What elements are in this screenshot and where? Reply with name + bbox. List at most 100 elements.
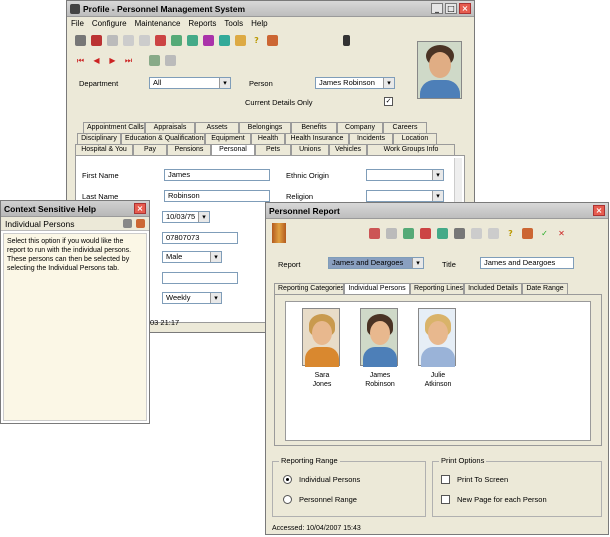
mobile-icon[interactable] — [343, 34, 350, 46]
julie-photo — [418, 308, 456, 367]
tab-personal[interactable]: Personal — [211, 144, 255, 155]
tab-pensions[interactable]: Pensions — [167, 144, 211, 155]
menu-reports[interactable]: Reports — [188, 19, 216, 28]
report-print-icon[interactable] — [454, 227, 465, 239]
menu-file[interactable]: File — [71, 19, 84, 28]
radio-personnel-range[interactable] — [283, 495, 292, 504]
help-print-icon[interactable] — [123, 219, 132, 228]
help-icon[interactable]: ? — [251, 35, 262, 46]
tab-benefits[interactable]: Benefits — [291, 122, 337, 133]
tab-health-insurance[interactable]: Health Insurance — [285, 133, 349, 144]
report-title-field[interactable]: James and Deargoes — [480, 257, 574, 269]
report-undo-icon[interactable] — [471, 227, 482, 239]
gender-select[interactable]: Male — [162, 251, 222, 263]
scanner-icon[interactable] — [91, 34, 102, 46]
james-last-name: Robinson — [365, 381, 395, 388]
report-edit-icon[interactable] — [369, 227, 380, 239]
report-help-icon[interactable]: ? — [505, 228, 516, 239]
print-options-title: Print Options — [439, 456, 487, 465]
report-redo-icon[interactable] — [488, 227, 499, 239]
menu-maintenance[interactable]: Maintenance — [135, 19, 181, 28]
print-to-screen-checkbox[interactable] — [441, 475, 450, 484]
grid-icon[interactable] — [171, 34, 182, 46]
menu-tools[interactable]: Tools — [224, 19, 243, 28]
report-copy-icon[interactable] — [386, 227, 397, 239]
help-people-icon[interactable] — [136, 219, 145, 228]
tab-incidents[interactable]: Incidents — [349, 133, 393, 144]
print-icon[interactable] — [75, 34, 86, 46]
current-details-checkbox[interactable]: ✓ — [384, 97, 393, 106]
dob-select[interactable]: 10/03/75 — [162, 211, 210, 223]
report-icon[interactable] — [187, 34, 198, 46]
help-window: Context Sensitive Help × Individual Pers… — [0, 200, 150, 424]
tab-hospital[interactable]: Hospital & You — [75, 144, 133, 155]
tab-appointment-calls[interactable]: Appointment Calls — [83, 122, 145, 133]
tab-education[interactable]: Education & Qualifications — [121, 133, 205, 144]
ethnic-origin-select[interactable] — [366, 169, 444, 181]
first-name-field[interactable]: James — [164, 169, 270, 181]
first-record-icon[interactable]: ⏮ — [75, 55, 86, 66]
report-people-icon[interactable] — [522, 227, 533, 239]
radio-individual-persons-label: Individual Persons — [299, 475, 361, 484]
tab-vehicles[interactable]: Vehicles — [329, 144, 367, 155]
prev-record-icon[interactable]: ◀ — [91, 55, 102, 66]
tab-included-details[interactable]: Included Details — [464, 283, 522, 294]
report-grid-icon[interactable] — [437, 227, 448, 239]
paste-icon[interactable] — [123, 34, 134, 46]
tab-company[interactable]: Company — [337, 122, 383, 133]
tab-appraisals[interactable]: Appraisals — [145, 122, 195, 133]
report-ok-icon[interactable]: ✓ — [539, 228, 550, 239]
book-icon[interactable] — [203, 34, 214, 46]
help-close-button[interactable]: × — [134, 203, 146, 214]
last-name-field[interactable]: Robinson — [164, 190, 270, 202]
tab-careers[interactable]: Careers — [383, 122, 427, 133]
tab-reporting-lines[interactable]: Reporting Lines — [410, 283, 464, 294]
next-record-icon[interactable]: ▶ — [107, 55, 118, 66]
james-first-name: James — [369, 372, 391, 379]
report-cancel-icon[interactable]: ✕ — [556, 228, 567, 239]
tab-work-groups[interactable]: Work Groups Info — [367, 144, 455, 155]
delete-record-icon[interactable] — [165, 54, 176, 66]
maximize-button[interactable]: □ — [445, 3, 457, 14]
menu-help[interactable]: Help — [251, 19, 267, 28]
tab-assets[interactable]: Assets — [195, 122, 239, 133]
tab-reporting-categories[interactable]: Reporting Categories — [274, 283, 344, 294]
new-record-icon[interactable] — [149, 54, 160, 66]
tab-location[interactable]: Location — [393, 133, 437, 144]
menu-configure[interactable]: Configure — [92, 19, 127, 28]
report-export-icon[interactable] — [403, 227, 414, 239]
calendar-icon[interactable] — [155, 34, 166, 46]
minimize-button[interactable]: _ — [431, 3, 443, 14]
tab-health[interactable]: Health — [251, 133, 285, 144]
report-titlebar[interactable]: Personnel Report × — [266, 203, 608, 219]
find-icon[interactable] — [139, 34, 150, 46]
tab-unions[interactable]: Unions — [291, 144, 329, 155]
person-select[interactable]: James Robinson — [315, 77, 395, 89]
ni-number-field[interactable]: 07807073 — [162, 232, 238, 244]
report-close-button[interactable]: × — [593, 205, 605, 216]
people-icon[interactable] — [267, 34, 278, 46]
tab-individual-persons[interactable]: Individual Persons — [344, 283, 410, 294]
tab-disciplinary[interactable]: Disciplinary — [77, 133, 121, 144]
main-title: Profile - Personnel Management System — [83, 3, 246, 14]
religion-select[interactable] — [366, 190, 444, 202]
tab-date-range[interactable]: Date Range — [522, 283, 568, 294]
department-select[interactable]: All — [149, 77, 231, 89]
tab-pets[interactable]: Pets — [255, 144, 291, 155]
tab-belongings[interactable]: Belongings — [239, 122, 291, 133]
user-icon[interactable] — [219, 34, 230, 46]
report-select[interactable]: James and Deargoes — [328, 257, 424, 269]
frequency-select[interactable]: Weekly — [162, 292, 222, 304]
radio-individual-persons[interactable] — [283, 475, 292, 484]
tab-equipment[interactable]: Equipment — [205, 133, 251, 144]
tools-icon[interactable] — [235, 34, 246, 46]
copy-icon[interactable] — [107, 34, 118, 46]
new-page-checkbox[interactable] — [441, 495, 450, 504]
last-record-icon[interactable]: ⏭ — [123, 55, 134, 66]
main-titlebar[interactable]: Profile - Personnel Management System _ … — [67, 1, 474, 17]
help-titlebar[interactable]: Context Sensitive Help × — [1, 201, 149, 217]
tab-pay[interactable]: Pay — [133, 144, 167, 155]
blank-field[interactable] — [162, 272, 238, 284]
report-calendar-icon[interactable] — [420, 227, 431, 239]
close-button[interactable]: × — [459, 3, 471, 14]
